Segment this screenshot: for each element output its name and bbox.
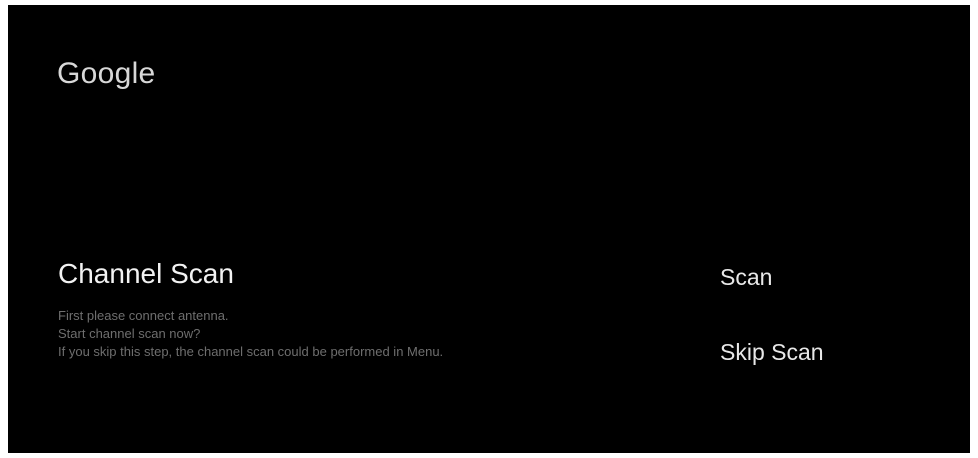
action-list: Scan Skip Scan bbox=[720, 263, 940, 366]
skip-scan-button[interactable]: Skip Scan bbox=[720, 338, 940, 366]
page-title: Channel Scan bbox=[58, 258, 234, 289]
description-line-skip-info: If you skip this step, the channel scan … bbox=[58, 344, 444, 359]
description-line-connect-antenna: First please connect antenna. bbox=[58, 308, 229, 323]
google-logo: Google bbox=[57, 57, 156, 90]
description-line-start-scan: Start channel scan now? bbox=[58, 326, 201, 341]
description-text: First please connect antenna. Start chan… bbox=[58, 307, 618, 361]
scan-button[interactable]: Scan bbox=[720, 263, 940, 291]
setup-screen: Google Channel Scan First please connect… bbox=[8, 5, 970, 453]
